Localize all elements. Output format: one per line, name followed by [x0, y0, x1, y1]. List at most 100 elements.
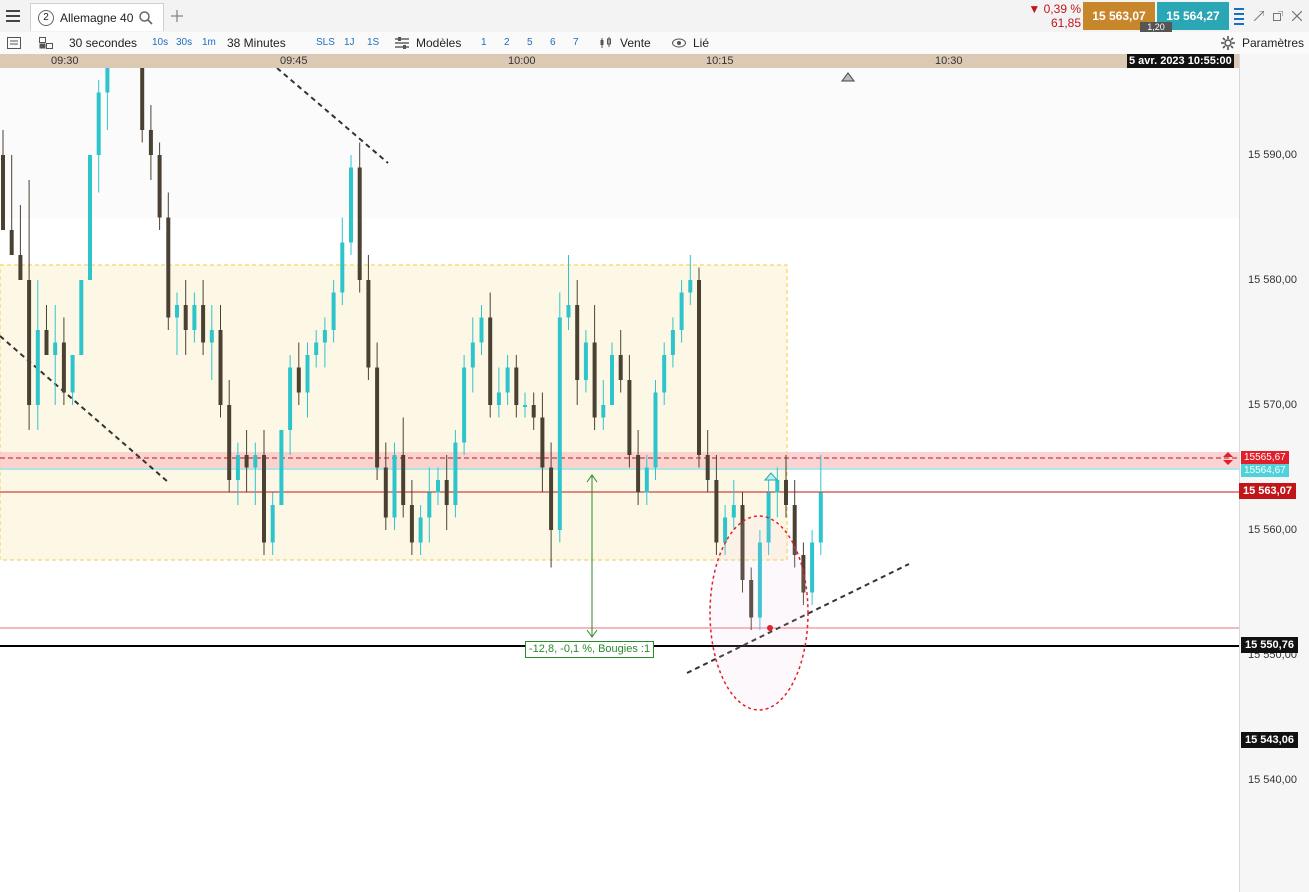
time-label: 09:30 — [51, 55, 79, 67]
candle-body — [235, 455, 240, 480]
candle-body — [201, 305, 206, 343]
range-sls[interactable]: SLS — [316, 37, 335, 48]
candle-body — [314, 342, 319, 355]
candle-body — [166, 217, 171, 318]
price-tick: 15 560,00 — [1248, 524, 1297, 536]
minimize-icon[interactable] — [1252, 9, 1266, 23]
time-label: 10:30 — [935, 55, 963, 67]
interval-10s[interactable]: 10s — [152, 37, 168, 48]
candle-body — [523, 405, 527, 407]
models-menu[interactable]: Modèles — [416, 36, 461, 50]
candle-body — [305, 355, 310, 393]
candle-body — [79, 280, 84, 355]
interval-select[interactable]: 30 secondes — [69, 36, 137, 50]
add-tab-icon[interactable] — [168, 8, 186, 24]
candle-body — [105, 68, 110, 93]
sell-button[interactable]: Vente — [620, 36, 651, 50]
candle-body — [636, 455, 641, 493]
candle-body — [662, 355, 667, 393]
candle-body — [175, 305, 179, 318]
candle-body — [183, 305, 188, 330]
ask-price: 15 564,27 — [1166, 9, 1220, 23]
count-5[interactable]: 5 — [527, 37, 533, 48]
settings-button[interactable]: Paramètres — [1242, 36, 1304, 50]
candle-body — [514, 367, 519, 405]
candle-body — [418, 517, 423, 543]
candle-body — [331, 292, 336, 330]
candle-body — [322, 330, 327, 343]
list-icon[interactable] — [1232, 6, 1246, 26]
table-icon[interactable] — [6, 36, 22, 50]
range-1j[interactable]: 1J — [344, 37, 355, 48]
candle-body — [496, 392, 501, 405]
candle-body — [88, 155, 92, 280]
candle-body — [18, 255, 23, 280]
support-flag: 15 550,76 — [1241, 637, 1298, 653]
candle-body — [818, 492, 823, 543]
gear-icon[interactable] — [1220, 36, 1236, 50]
resistance-flag: 15565,67 — [1241, 451, 1289, 464]
chart-toolbar: 30 secondes 10s 30s 1m 38 Minutes SLS 1J… — [0, 32, 1309, 55]
candle-body — [714, 480, 719, 543]
tab-allemagne-40[interactable]: 2 Allemagne 40 — [30, 3, 164, 31]
eye-icon[interactable] — [671, 37, 687, 49]
last-price-flag: 15 563,07 — [1239, 483, 1296, 499]
candle-body — [192, 305, 197, 330]
range-1s[interactable]: 1S — [367, 37, 379, 48]
candle-body — [53, 342, 58, 355]
candle-body — [1, 155, 5, 230]
duration-select[interactable]: 38 Minutes — [227, 36, 286, 50]
count-6[interactable]: 6 — [550, 37, 556, 48]
candle-body — [9, 230, 14, 255]
candle-body — [427, 492, 432, 518]
count-7[interactable]: 7 — [573, 37, 579, 48]
candle-body — [340, 242, 345, 293]
change-abs: 61,85 — [1050, 16, 1081, 30]
price-chart[interactable] — [0, 68, 1239, 892]
close-icon[interactable] — [1290, 9, 1304, 23]
interval-1m[interactable]: 1m — [202, 37, 216, 48]
candle-body — [409, 505, 414, 543]
price-tick: 15 580,00 — [1248, 274, 1297, 286]
candle-body — [279, 430, 284, 505]
low-dot — [767, 625, 773, 631]
candle-body — [775, 480, 780, 493]
candle-body — [270, 505, 275, 543]
candle-body — [810, 542, 815, 593]
detach-icon[interactable] — [1271, 9, 1285, 23]
candle-body — [288, 367, 293, 430]
candle-body — [488, 317, 493, 405]
change-pct: ▼ 0,39 % — [1028, 2, 1081, 16]
count-2[interactable]: 2 — [504, 37, 510, 48]
linked-toggle[interactable]: Lié — [693, 36, 709, 50]
candle-body — [366, 280, 371, 368]
candle-body — [96, 92, 101, 155]
candle-body — [575, 305, 580, 380]
candle-body — [479, 317, 484, 343]
candle-body — [253, 455, 258, 468]
candle-body — [705, 455, 710, 480]
count-1[interactable]: 1 — [481, 37, 487, 48]
top-bar: 2 Allemagne 40 ▼ 0,39 % 61,85 15 563,07 … — [0, 0, 1309, 33]
quote-change: ▼ 0,39 % 61,85 — [1021, 2, 1081, 30]
candle-body — [679, 292, 684, 330]
candle-body — [357, 167, 362, 280]
candle-body — [244, 455, 249, 468]
layout-icon[interactable] — [38, 36, 54, 50]
candle-body — [262, 455, 266, 543]
candle-body — [697, 280, 701, 455]
candle-body — [209, 330, 214, 343]
candle-body — [470, 342, 475, 368]
candles-icon[interactable] — [598, 36, 614, 50]
menu-icon[interactable] — [5, 8, 21, 24]
models-icon[interactable] — [394, 36, 410, 50]
cursor-price-flag: 15 543,06 — [1241, 732, 1298, 748]
candle-body — [505, 367, 510, 393]
price-tick: 15 570,00 — [1248, 399, 1297, 411]
search-icon[interactable] — [139, 10, 153, 25]
measure-label[interactable]: -12,8, -0,1 %, Bougies :1 — [525, 641, 655, 658]
candle-body — [392, 455, 397, 518]
interval-30s[interactable]: 30s — [176, 37, 192, 48]
candle-body — [627, 380, 632, 455]
candle-body — [566, 305, 571, 318]
